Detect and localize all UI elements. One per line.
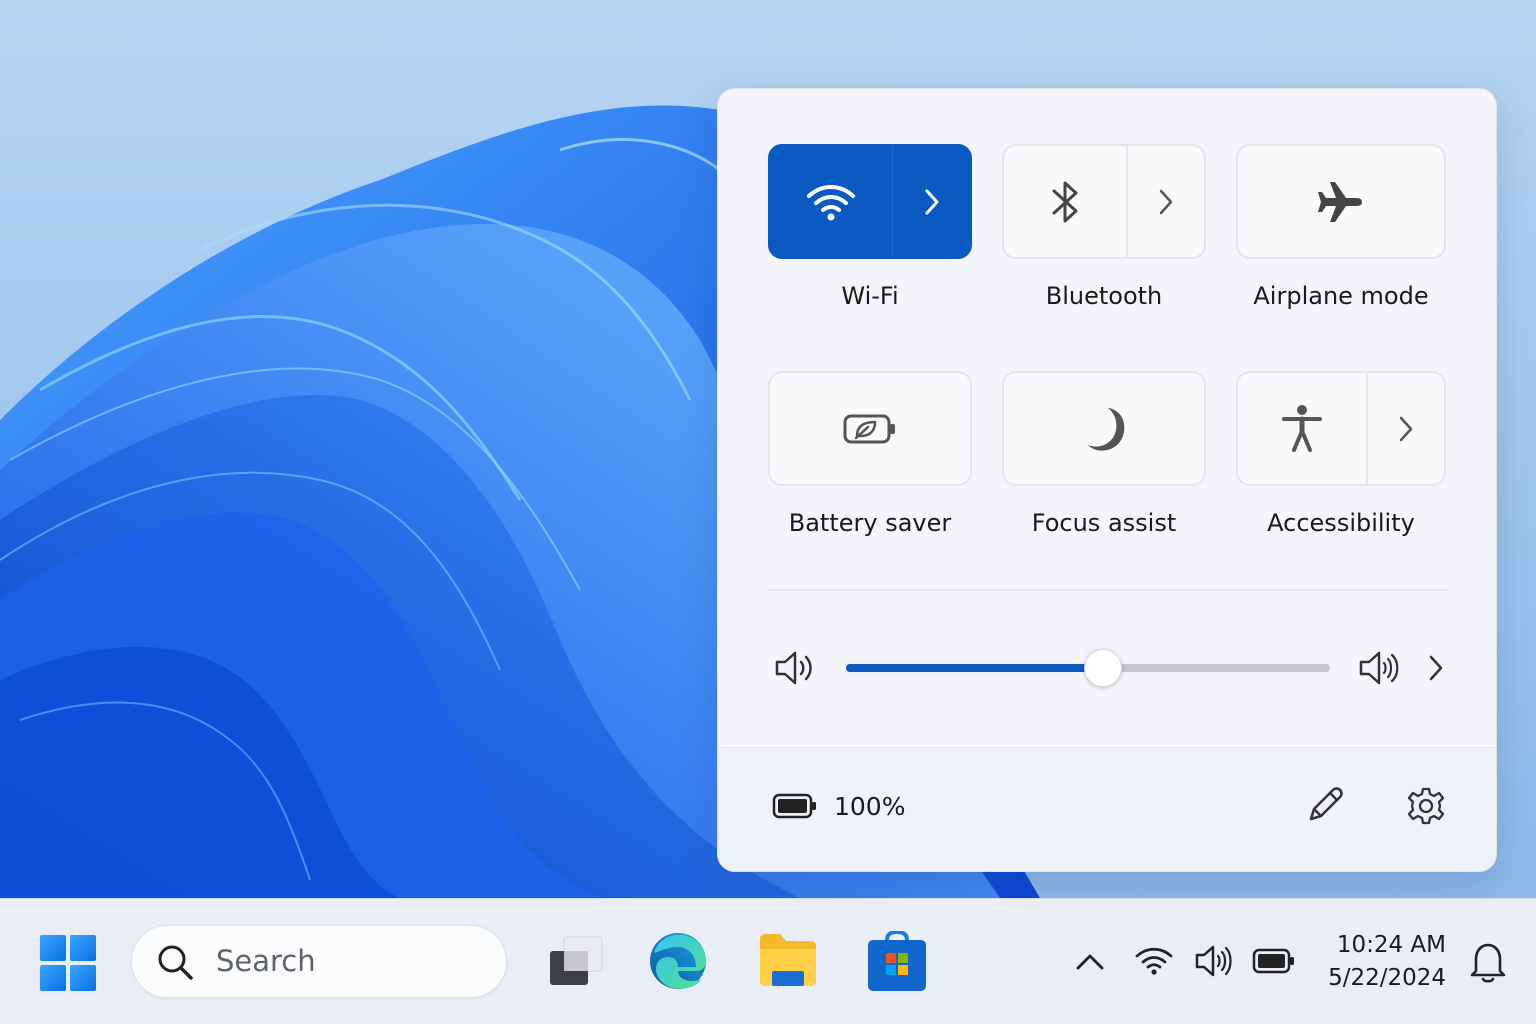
microsoft-store-icon[interactable] <box>866 931 928 993</box>
bluetooth-toggle[interactable] <box>1004 146 1126 257</box>
bell-icon[interactable] <box>1468 939 1508 985</box>
bluetooth-icon <box>1052 181 1078 222</box>
focus-assist-label: Focus assist <box>1031 509 1177 537</box>
airplane-mode-tile[interactable] <box>1236 144 1446 259</box>
accessibility-toggle[interactable] <box>1238 373 1366 484</box>
airplane-mode-label: Airplane mode <box>1253 282 1429 310</box>
search-icon <box>158 945 193 980</box>
bluetooth-label: Bluetooth <box>1045 282 1163 310</box>
wifi-toggle[interactable] <box>770 146 892 257</box>
airplane-icon <box>1318 181 1362 222</box>
taskbar-search-box[interactable]: Search <box>131 925 507 998</box>
chevron-up-icon[interactable] <box>1074 949 1106 973</box>
settings-gear-icon[interactable] <box>1406 786 1446 826</box>
battery-percentage: 100% <box>834 792 906 821</box>
speaker-icon[interactable] <box>774 649 818 687</box>
volume-slider-thumb[interactable] <box>1083 649 1122 687</box>
speaker-icon[interactable] <box>1194 943 1234 979</box>
battery-saver-icon <box>843 414 895 443</box>
battery-icon[interactable] <box>1252 947 1296 975</box>
volume-slider-fill <box>846 664 1103 672</box>
bluetooth-tile[interactable] <box>1002 144 1206 259</box>
search-placeholder: Search <box>216 944 316 978</box>
taskbar-clock[interactable]: 10:24 AM 5/22/2024 <box>1316 929 1446 995</box>
chevron-right-icon <box>1159 189 1173 214</box>
battery-saver-tile[interactable] <box>768 371 972 486</box>
focus-assist-tile[interactable] <box>1002 371 1206 486</box>
wifi-icon[interactable] <box>1134 943 1174 977</box>
battery-icon[interactable] <box>772 792 818 820</box>
edit-pencil-icon[interactable] <box>1306 786 1344 824</box>
chevron-right-icon <box>925 189 938 214</box>
wifi-label: Wi-Fi <box>841 282 899 310</box>
battery-saver-label: Battery saver <box>788 509 952 537</box>
edge-icon[interactable] <box>648 931 708 991</box>
wifi-icon <box>807 184 855 220</box>
wifi-tile[interactable] <box>768 144 972 259</box>
accessibility-tile[interactable] <box>1236 371 1446 486</box>
moon-icon <box>1088 407 1125 451</box>
start-button-windows-icon[interactable] <box>40 935 96 991</box>
quick-settings-panel: Wi-Fi Bluetooth Airplane mode Battery sa… <box>717 88 1497 872</box>
speaker-high-icon <box>1359 651 1399 685</box>
accessibility-icon <box>1282 404 1322 452</box>
wifi-expand-button[interactable] <box>892 146 970 257</box>
volume-slider[interactable] <box>846 649 1330 687</box>
task-view-icon[interactable] <box>548 935 604 989</box>
divider <box>768 589 1448 591</box>
clock-date: 5/22/2024 <box>1328 965 1446 991</box>
clock-time: 10:24 AM <box>1336 932 1446 958</box>
bluetooth-expand-button[interactable] <box>1126 146 1204 257</box>
chevron-right-icon <box>1399 416 1413 441</box>
volume-output-expand-icon[interactable] <box>1426 653 1446 683</box>
taskbar: Search 10:24 AM 5/22/2024 <box>0 898 1536 1024</box>
quick-settings-footer: 100% <box>718 747 1496 871</box>
accessibility-label: Accessibility <box>1267 509 1415 537</box>
file-explorer-icon[interactable] <box>758 933 818 987</box>
accessibility-expand-button[interactable] <box>1366 373 1444 484</box>
